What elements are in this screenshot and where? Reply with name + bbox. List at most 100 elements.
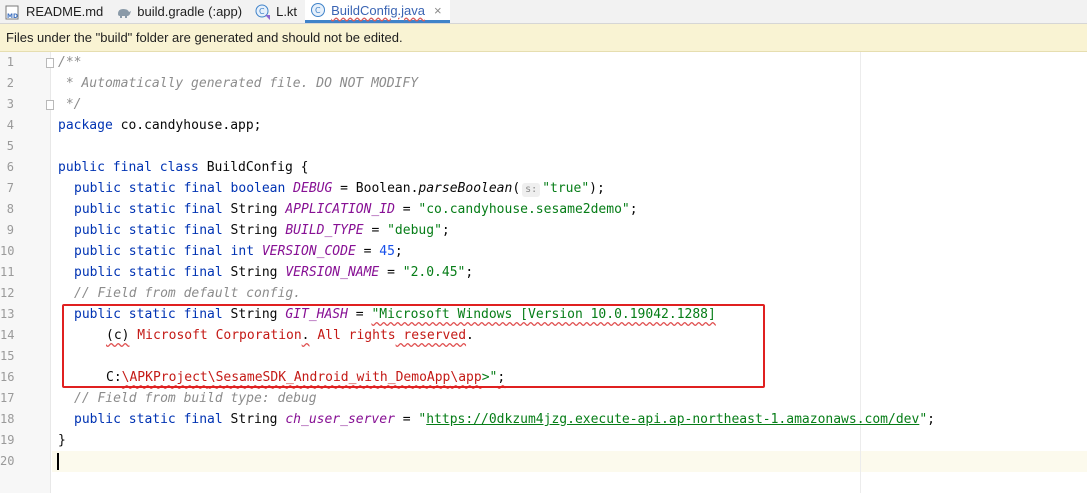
type-name: String — [230, 265, 278, 280]
tab-buildconfig-java[interactable]: C BuildConfig.java × — [305, 0, 450, 23]
java-class-icon: C — [310, 2, 326, 18]
constant: BUILD_TYPE — [285, 223, 364, 238]
code-text: = — [394, 412, 419, 427]
generated-file-warning: Files under the "build" folder are gener… — [0, 24, 1087, 52]
highlight-annotation-box — [62, 304, 765, 388]
code-line-10: public static final int VERSION_CODE = 4… — [74, 241, 403, 262]
tab-build-gradle[interactable]: build.gradle (:app) — [111, 0, 250, 23]
line-number: 3 — [6, 97, 14, 111]
string-literal: "co.candyhouse.sesame2demo" — [418, 202, 630, 217]
line-number: 5 — [6, 139, 14, 153]
type-name: String — [230, 412, 278, 427]
line-number: 2 — [6, 76, 14, 90]
line-number: 1 — [6, 55, 14, 69]
line-number: 15 — [0, 349, 15, 363]
code-text: BuildConfig { — [198, 160, 309, 175]
line-number: 7 — [6, 181, 14, 195]
kotlin-class-icon: C — [255, 4, 271, 20]
gradle-elephant-icon — [116, 4, 132, 20]
code-line-4: package co.candyhouse.app; — [58, 115, 262, 136]
code-text: ; — [441, 223, 450, 238]
code-line-18: public static final String ch_user_serve… — [74, 409, 935, 430]
keyword: public static final — [74, 244, 223, 259]
keyword: package — [58, 118, 113, 133]
line-number: 19 — [0, 433, 15, 447]
code-text: ; — [927, 412, 935, 427]
code-text: = — [394, 202, 419, 217]
code-line-17: // Field from build type: debug — [74, 391, 317, 406]
line-number: 8 — [6, 202, 14, 216]
line-number: 4 — [6, 118, 14, 132]
constant: APPLICATION_ID — [285, 202, 395, 217]
keyword: public static final — [74, 223, 223, 238]
parameter-hint: s: — [522, 183, 541, 197]
string-literal: "true" — [542, 181, 590, 196]
markdown-file-icon: MD — [5, 4, 21, 20]
code-text: ; — [629, 202, 638, 217]
keyword: boolean — [230, 181, 286, 196]
text-caret — [57, 453, 59, 470]
line-number: 16 — [0, 370, 15, 384]
code-line-12: // Field from default config. — [74, 286, 301, 301]
string-literal: " — [919, 412, 928, 427]
tab-l-kt[interactable]: C L.kt — [250, 0, 305, 23]
code-text: ; — [394, 244, 403, 259]
line-number: 18 — [0, 412, 15, 426]
keyword: int — [230, 244, 255, 259]
keyword: public static final — [74, 412, 223, 427]
url-link[interactable]: https://0dkzum4jzg.execute-api.ap-northe… — [426, 412, 919, 427]
code-line-8: public static final String APPLICATION_I… — [74, 199, 638, 220]
constant: VERSION_NAME — [285, 265, 380, 280]
line-number: 10 — [0, 244, 15, 258]
code-line-9: public static final String BUILD_TYPE = … — [74, 220, 450, 241]
line-number: 13 — [0, 307, 15, 321]
tab-label: BuildConfig.java — [331, 2, 426, 18]
keyword: public static final — [74, 181, 223, 196]
line-number: 9 — [6, 223, 14, 237]
code-editor[interactable]: /** * Automatically generated file. DO N… — [52, 52, 1087, 493]
line-number: 6 — [6, 160, 14, 174]
line-number: 14 — [0, 328, 15, 342]
constant: VERSION_CODE — [261, 244, 356, 259]
line-number-gutter: 1 2 3 4 5 6 7 8 9 10 11 12 13 14 15 16 1… — [0, 52, 54, 493]
tab-readme[interactable]: MD README.md — [0, 0, 111, 23]
code-text: ( — [512, 181, 521, 196]
line-number: 20 — [0, 454, 15, 468]
number-literal: 45 — [379, 244, 395, 259]
close-tab-icon[interactable]: × — [434, 3, 442, 18]
tab-label: L.kt — [276, 4, 298, 19]
code-line-3: */ — [58, 97, 82, 112]
code-text: co.candyhouse.app; — [112, 118, 262, 133]
code-line-11: public static final String VERSION_NAME … — [74, 262, 473, 283]
type-name: String — [230, 223, 278, 238]
code-line-19: } — [58, 433, 66, 448]
code-text: = Boolean. — [332, 181, 419, 196]
constant: ch_user_server — [285, 412, 395, 427]
tab-label: README.md — [26, 4, 104, 19]
svg-text:MD: MD — [7, 13, 18, 20]
svg-text:C: C — [315, 6, 321, 15]
line-number: 12 — [0, 286, 15, 300]
code-text: ; — [465, 265, 474, 280]
keyword: public static final — [74, 265, 223, 280]
editor-tab-bar: MD README.md build.gradle (:app) C L.kt … — [0, 0, 1087, 24]
line-number: 11 — [0, 265, 15, 279]
code-text: ); — [589, 181, 605, 196]
code-line-1: /** — [58, 55, 82, 70]
type-name: String — [230, 202, 278, 217]
method-name: parseBoolean — [418, 181, 513, 196]
svg-text:C: C — [259, 7, 265, 16]
constant: DEBUG — [293, 181, 333, 196]
line-number: 17 — [0, 391, 15, 405]
string-literal: "debug" — [387, 223, 442, 238]
code-text: = — [363, 223, 388, 238]
tab-label: build.gradle (:app) — [137, 4, 243, 19]
code-text: = — [379, 265, 403, 280]
code-line-6: public final class BuildConfig { — [58, 157, 308, 178]
keyword: public static final — [74, 202, 223, 217]
code-text: = — [355, 244, 380, 259]
code-line-2: * Automatically generated file. DO NOT M… — [58, 76, 419, 91]
keyword: public final class — [58, 160, 199, 175]
code-line-7: public static final boolean DEBUG = Bool… — [74, 178, 605, 199]
string-literal: "2.0.45" — [402, 265, 466, 280]
